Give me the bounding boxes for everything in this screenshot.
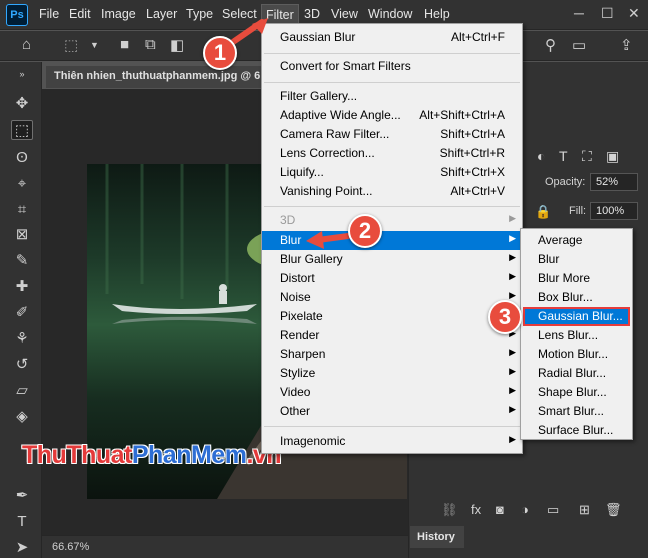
step-2-badge: 2: [348, 214, 382, 248]
step-1-badge: 1: [203, 36, 237, 70]
step2-arrowhead: [306, 231, 324, 249]
step-3-badge: 3: [488, 300, 522, 334]
step-arrows: [230, 18, 351, 249]
